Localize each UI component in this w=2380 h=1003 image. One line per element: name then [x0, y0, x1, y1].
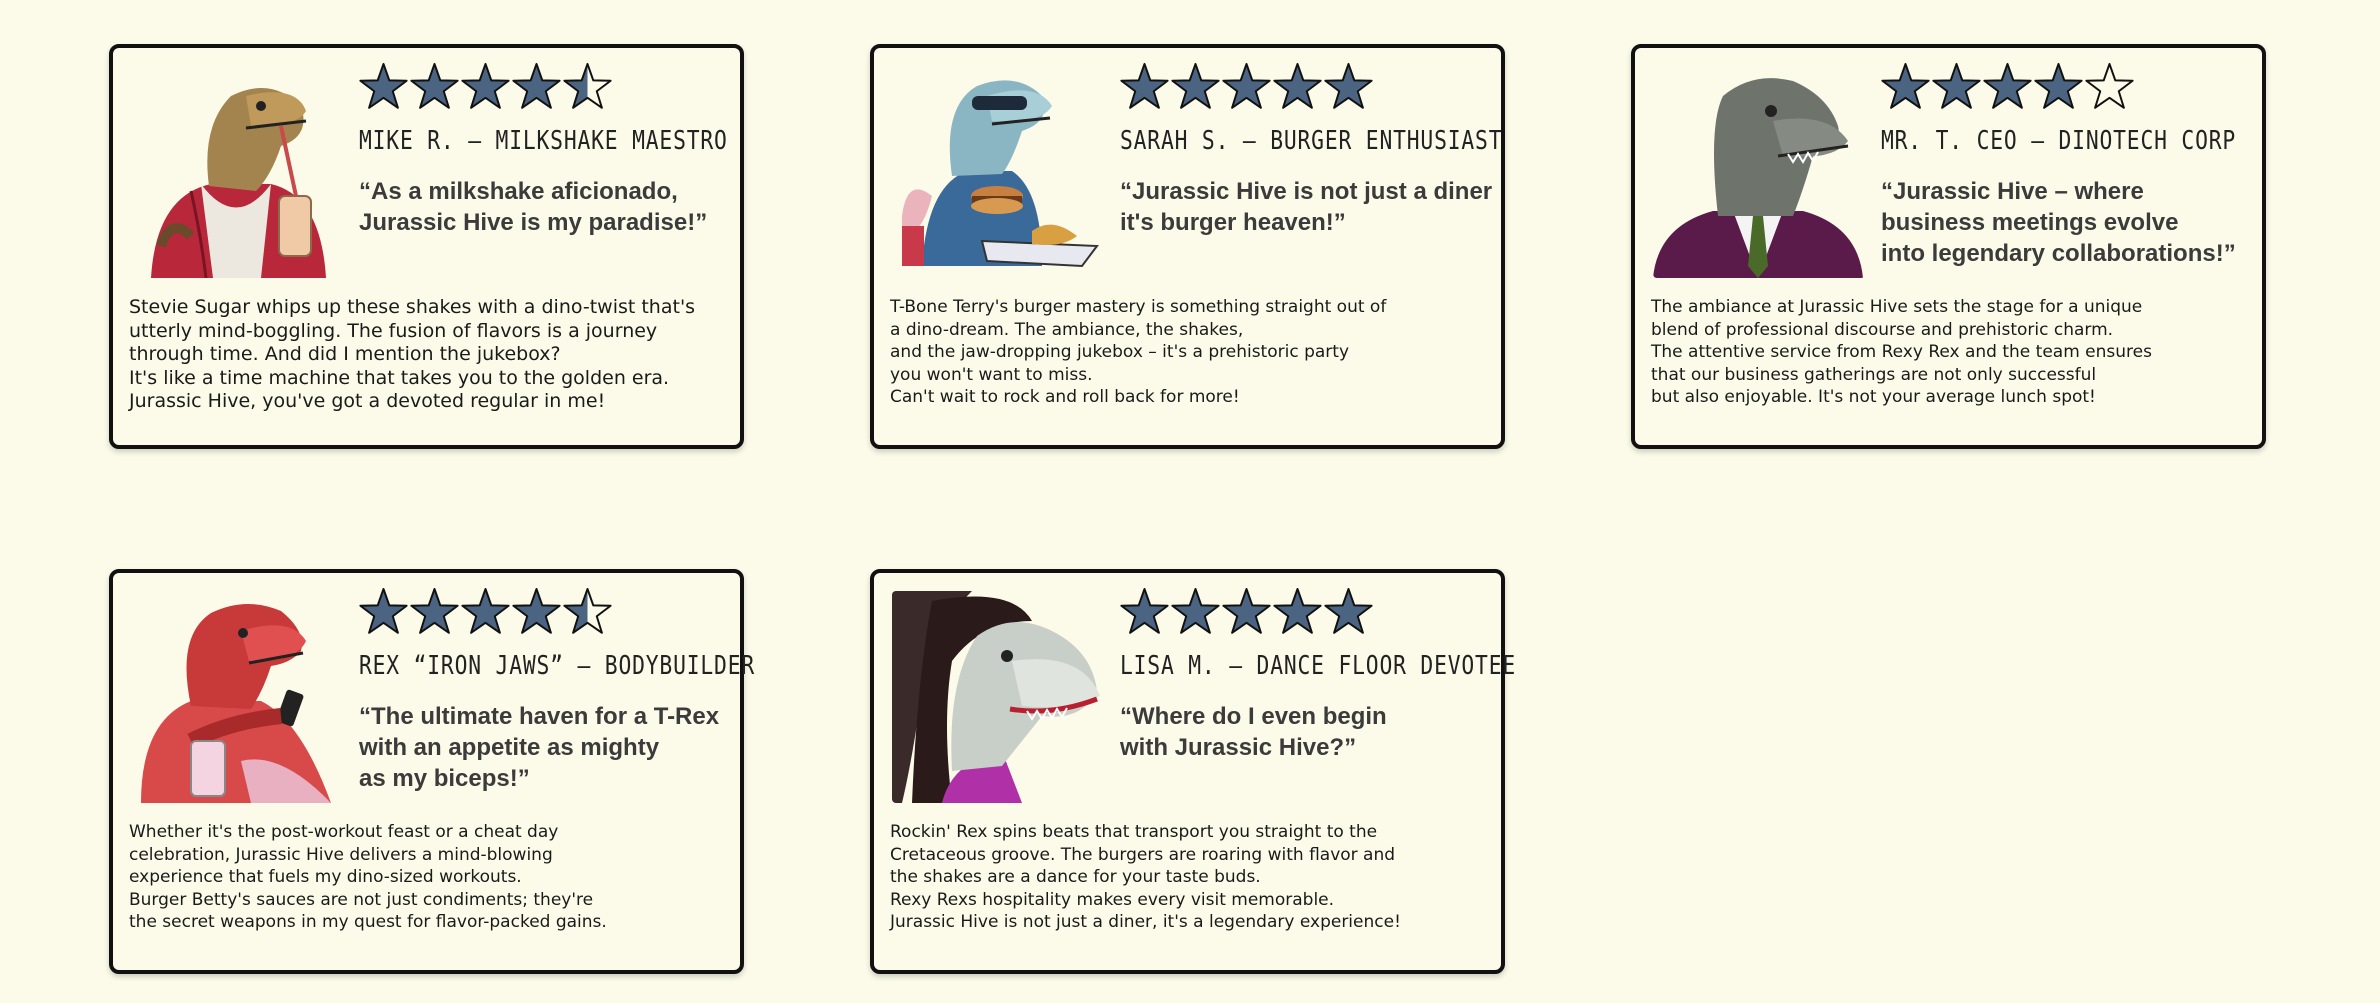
review-quote: “Jurassic Hive – where business meetings…	[1881, 176, 2236, 269]
body-line: Cretaceous groove. The burgers are roari…	[890, 844, 1396, 865]
star-full-icon	[461, 587, 510, 634]
body-line: Whether it's the post-workout feast or a…	[129, 822, 559, 842]
review-quote: “The ultimate haven for a T-Rex with an …	[359, 701, 719, 794]
review-body: Whether it's the post-workout feast or a…	[129, 821, 607, 934]
star-full-icon	[1222, 62, 1271, 109]
quote-line: as my biceps!”	[359, 765, 530, 792]
star-full-icon	[461, 62, 510, 109]
review-card: Mr. T. CEO – DinoTech Corp “Jurassic Hiv…	[1631, 44, 2266, 449]
quote-line: “Jurassic Hive is not just a diner	[1120, 178, 1493, 205]
star-full-icon	[410, 62, 459, 109]
body-line: Can't wait to rock and roll back for mor…	[890, 387, 1240, 407]
star-half-icon	[563, 587, 612, 634]
body-line: The attentive service from Rexy Rex and …	[1651, 342, 2152, 362]
body-line: but also enjoyable. It's not your averag…	[1651, 387, 2096, 407]
review-card: Sarah S. – Burger Enthusiast “Jurassic H…	[870, 44, 1505, 449]
star-full-icon	[359, 587, 408, 634]
review-body: T-Bone Terry's burger mastery is somethi…	[890, 296, 1386, 409]
review-body: Rockin' Rex spins beats that transport y…	[890, 821, 1401, 934]
star-full-icon	[1120, 587, 1169, 634]
body-line: a dino-dream. The ambiance, the shakes,	[890, 319, 1244, 340]
quote-line: with Jurassic Hive?”	[1120, 734, 1357, 761]
quote-line: business meetings evolve	[1881, 209, 2179, 236]
star-full-icon	[1171, 587, 1220, 634]
star-rating	[1120, 587, 1373, 636]
body-line: the shakes are a dance for your taste bu…	[890, 867, 1261, 887]
trex-bodybuilder-avatar-icon	[131, 591, 343, 803]
body-line: celebration, Jurassic Hive delivers a mi…	[129, 844, 553, 865]
reviewer-name: Mr. T. CEO – DinoTech Corp	[1881, 126, 2237, 156]
body-line: T-Bone Terry's burger mastery is somethi…	[890, 297, 1387, 317]
body-line: utterly mind-boggling. The fusion of fla…	[129, 319, 658, 342]
trex-business-avatar-icon	[1653, 66, 1865, 278]
reviewer-name: Sarah S. – Burger Enthusiast	[1120, 126, 1503, 156]
quote-line: with an appetite as mighty	[359, 734, 660, 761]
body-line: the secret weapons in my quest for flavo…	[129, 912, 607, 932]
body-line: Jurassic Hive is not just a diner, it's …	[890, 912, 1401, 932]
quote-line: Jurassic Hive is my paradise!”	[359, 209, 708, 236]
star-empty-icon	[2085, 62, 2134, 109]
star-full-icon	[1324, 587, 1373, 634]
quote-line: “Jurassic Hive – where	[1881, 178, 2144, 205]
star-full-icon	[1120, 62, 1169, 109]
quote-line: “As a milkshake aficionado,	[359, 178, 678, 205]
quote-line: “Where do I even begin	[1120, 703, 1387, 730]
review-quote: “Where do I even begin with Jurassic Hiv…	[1120, 701, 1387, 763]
star-full-icon	[1273, 587, 1322, 634]
star-full-icon	[359, 62, 408, 109]
body-line: The ambiance at Jurassic Hive sets the s…	[1651, 297, 2143, 317]
star-full-icon	[1881, 62, 1930, 109]
star-full-icon	[2034, 62, 2083, 109]
body-line: blend of professional discourse and preh…	[1651, 319, 2114, 340]
trex-burger-avatar-icon	[892, 66, 1104, 278]
body-line: Jurassic Hive, you've got a devoted regu…	[129, 390, 606, 412]
reviewer-name: Mike R. – Milkshake Maestro	[359, 126, 728, 156]
review-card: Lisa M. – Dance Floor Devotee “Where do …	[870, 569, 1515, 974]
review-quote: “Jurassic Hive is not just a diner it's …	[1120, 176, 1492, 238]
star-full-icon	[1932, 62, 1981, 109]
review-body: The ambiance at Jurassic Hive sets the s…	[1651, 296, 2152, 409]
body-line: Rockin' Rex spins beats that transport y…	[890, 822, 1378, 842]
quote-line: “The ultimate haven for a T-Rex	[359, 703, 720, 730]
review-quote: “As a milkshake aficionado, Jurassic Hiv…	[359, 176, 707, 238]
star-full-icon	[1171, 62, 1220, 109]
body-line: that our business gatherings are not onl…	[1651, 364, 2097, 385]
review-card: Rex “Iron Jaws” – Bodybuilder “The ultim…	[109, 569, 754, 974]
star-rating	[359, 62, 612, 111]
body-line: experience that fuels my dino-sized work…	[129, 867, 522, 887]
review-body: Stevie Sugar whips up these shakes with …	[129, 296, 695, 414]
trex-dancer-avatar-icon	[892, 591, 1104, 803]
quote-line: into legendary collaborations!”	[1881, 240, 2236, 267]
star-full-icon	[512, 62, 561, 109]
star-full-icon	[1324, 62, 1373, 109]
star-full-icon	[1983, 62, 2032, 109]
star-rating	[1120, 62, 1373, 111]
star-half-icon	[563, 62, 612, 109]
body-line: It's like a time machine that takes you …	[129, 366, 670, 389]
body-line: Rexy Rexs hospitality makes every visit …	[890, 889, 1335, 910]
review-card: Mike R. – Milkshake Maestro “As a milksh…	[109, 44, 744, 449]
star-rating	[1881, 62, 2134, 111]
star-full-icon	[410, 587, 459, 634]
trex-milkshake-avatar-icon	[131, 66, 343, 278]
quote-line: it's burger heaven!”	[1120, 209, 1346, 236]
body-line: you won't want to miss.	[890, 364, 1093, 385]
body-line: Burger Betty's sauces are not just condi…	[129, 889, 594, 910]
star-rating	[359, 587, 612, 636]
body-line: Stevie Sugar whips up these shakes with …	[129, 296, 696, 318]
star-full-icon	[512, 587, 561, 634]
body-line: through time. And did I mention the juke…	[129, 343, 561, 365]
body-line: and the jaw-dropping jukebox – it's a pr…	[890, 342, 1349, 362]
star-full-icon	[1273, 62, 1322, 109]
reviewer-name: Rex “Iron Jaws” – Bodybuilder	[359, 651, 756, 681]
reviewer-name: Lisa M. – Dance Floor Devotee	[1120, 651, 1517, 681]
star-full-icon	[1222, 587, 1271, 634]
